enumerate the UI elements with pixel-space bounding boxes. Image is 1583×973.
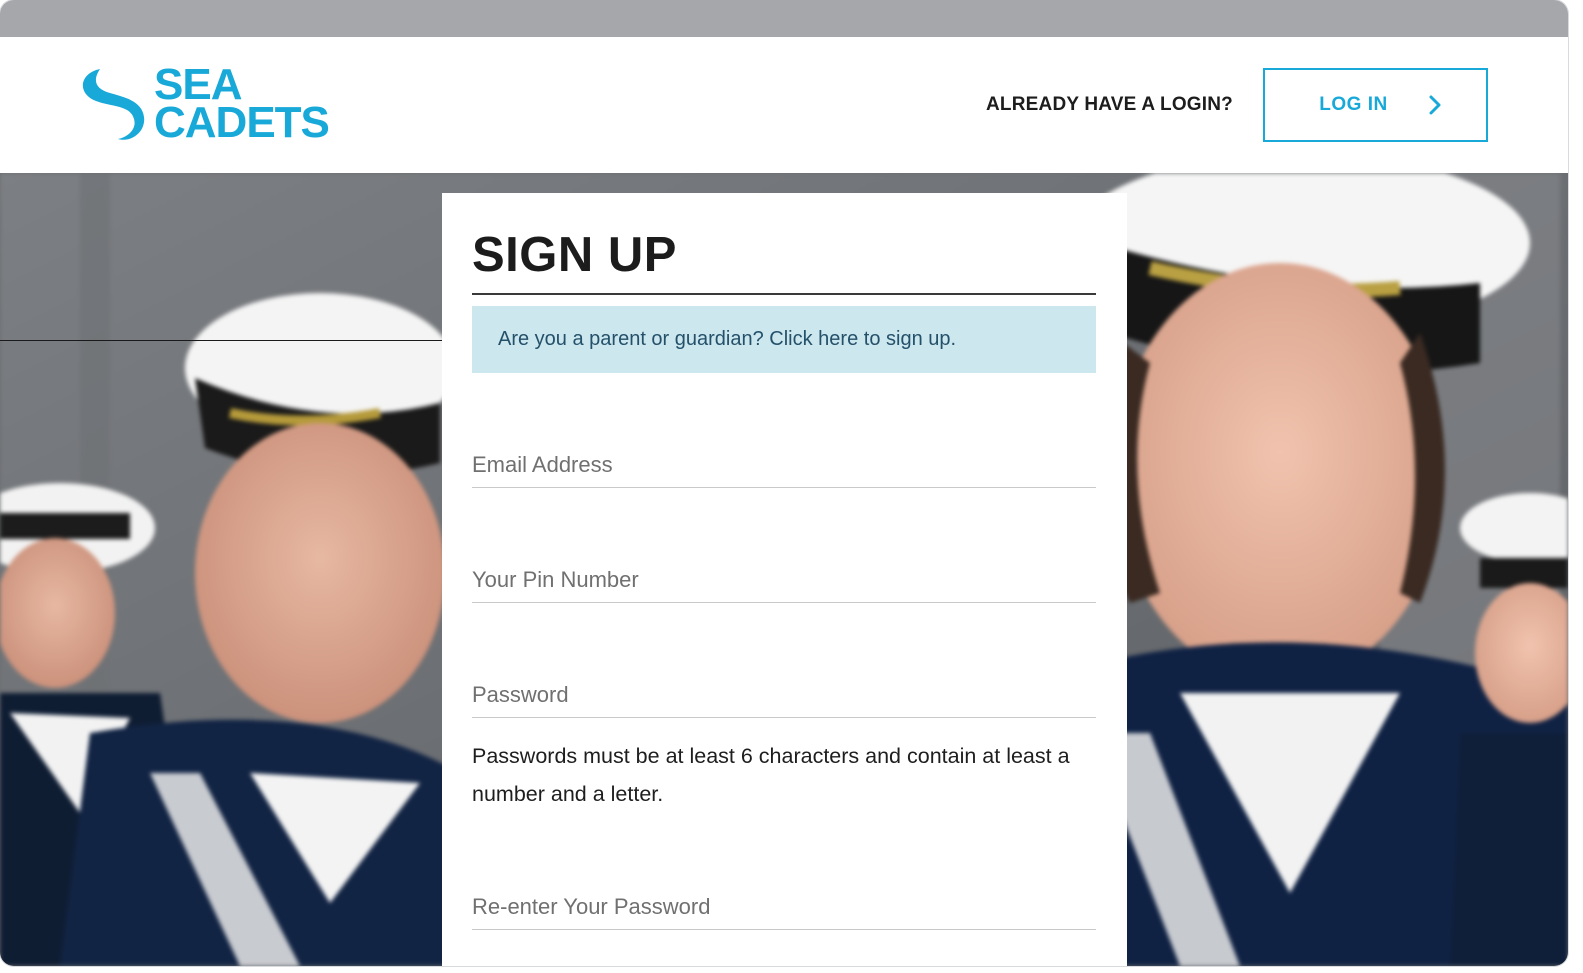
password-field-wrapper xyxy=(472,658,1096,718)
log-in-button[interactable]: LOG IN xyxy=(1263,68,1488,142)
password-requirements-hint: Passwords must be at least 6 characters … xyxy=(472,744,1070,806)
reenter-password-field-wrapper xyxy=(472,870,1096,930)
title-divider xyxy=(472,293,1096,295)
annotation-line xyxy=(0,340,475,341)
reenter-password-field[interactable] xyxy=(472,870,1096,930)
browser-window: SEA CADETS ALREADY HAVE A LOGIN? LOG IN xyxy=(0,0,1568,966)
pin-number-field[interactable] xyxy=(472,543,1096,603)
already-have-login-text: ALREADY HAVE A LOGIN? xyxy=(986,94,1233,115)
chevron-right-icon xyxy=(1429,95,1441,115)
site-header: SEA CADETS ALREADY HAVE A LOGIN? LOG IN xyxy=(0,37,1568,173)
parent-guardian-signup-link[interactable]: Are you a parent or guardian? Click here… xyxy=(472,306,1096,373)
password-field[interactable] xyxy=(472,658,1096,718)
signup-card: SIGN UP Are you a parent or guardian? Cl… xyxy=(442,193,1127,966)
window-titlebar xyxy=(0,0,1568,37)
logo-line-cadets: CADETS xyxy=(154,98,330,147)
email-field-wrapper xyxy=(472,428,1096,488)
pin-field-wrapper xyxy=(472,543,1096,603)
signup-title: SIGN UP xyxy=(472,228,677,282)
guardian-link-text: Are you a parent or guardian? Click here… xyxy=(498,328,957,350)
wave-s-icon xyxy=(82,69,145,140)
sea-cadets-logo[interactable]: SEA CADETS xyxy=(78,63,330,147)
logo-wordmark: SEA CADETS xyxy=(154,63,330,147)
log-in-label: LOG IN xyxy=(1319,94,1388,115)
email-field[interactable] xyxy=(472,428,1096,488)
